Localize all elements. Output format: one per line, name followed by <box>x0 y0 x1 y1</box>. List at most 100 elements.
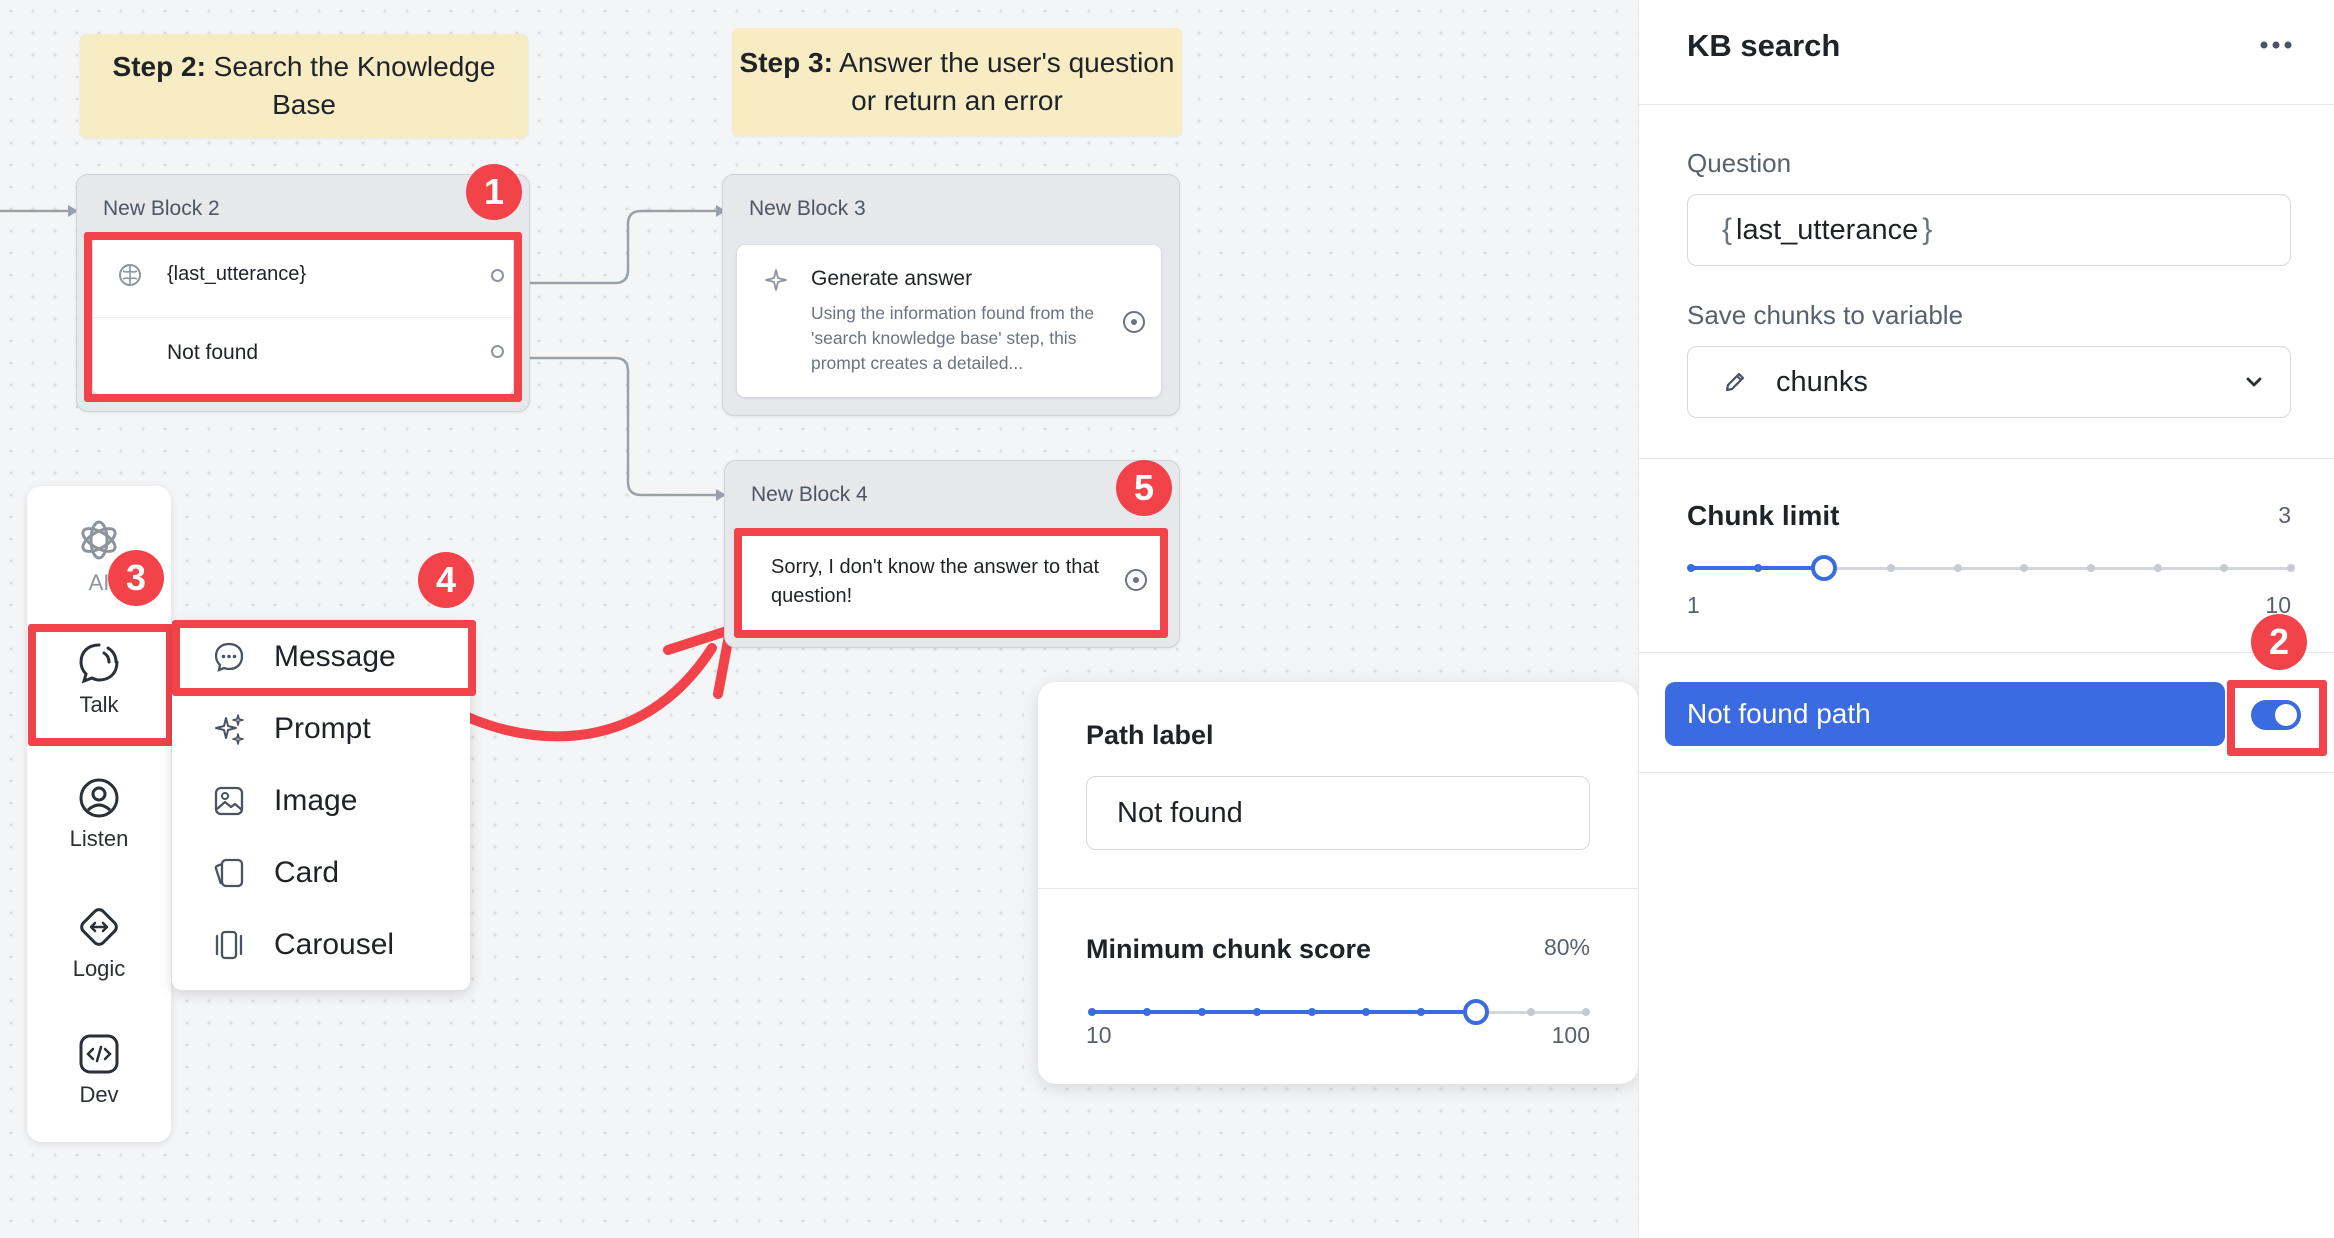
chunk-limit-tick <box>1687 564 1695 572</box>
kb-search-panel: KB search Question {last_utterance} Save… <box>1638 0 2334 1238</box>
more-icon[interactable] <box>2259 40 2293 50</box>
sidebar-item-listen[interactable]: Listen <box>27 776 171 852</box>
chunk-limit-slider[interactable] <box>1687 555 2295 581</box>
menu-item-card[interactable]: Card <box>212 856 339 890</box>
sidebar-ai-label: AI <box>88 570 110 595</box>
question-input[interactable]: {last_utterance} <box>1687 194 2291 266</box>
min-score-tick <box>1142 1008 1151 1016</box>
min-score-value: 80% <box>1543 934 1590 960</box>
min-score-tick <box>1088 1008 1096 1016</box>
sidebar-item-dev[interactable]: Dev <box>27 1032 171 1108</box>
chunk-limit-tick <box>2220 564 2229 572</box>
panel-divider-bottom <box>1639 772 2334 773</box>
chunk-limit-tick <box>2087 564 2095 572</box>
min-score-tick <box>1197 1008 1206 1016</box>
menu-prompt-label: Prompt <box>274 712 371 745</box>
min-score-tick <box>1582 1008 1590 1016</box>
min-score-tick <box>1252 1008 1261 1016</box>
chunk-limit-tick <box>1887 564 1895 572</box>
port-generate[interactable] <box>1123 311 1145 333</box>
min-score-label: Minimum chunk score <box>1086 934 1372 964</box>
highlight-4 <box>172 620 476 696</box>
not-found-path-row[interactable]: Not found path <box>1665 682 2225 746</box>
badge-5: 5 <box>1116 460 1172 516</box>
sidebar-logic-label: Logic <box>72 956 126 981</box>
badge-1: 1 <box>466 164 522 220</box>
min-score-slider[interactable] <box>1088 999 1590 1025</box>
menu-item-carousel[interactable]: Carousel <box>212 928 394 962</box>
chevron-down-icon <box>2246 377 2262 387</box>
chunk-limit-tick <box>1753 564 1762 572</box>
generate-answer-title: Generate answer <box>811 267 973 290</box>
min-score-tick <box>1307 1008 1316 1016</box>
question-label: Question <box>1687 148 1792 178</box>
menu-item-prompt[interactable]: Prompt <box>212 712 371 746</box>
image-icon <box>214 786 244 816</box>
step3-note-bold: Step 3: <box>739 47 833 78</box>
path-label-value: Not found <box>1117 796 1243 829</box>
min-score-min: 10 <box>1086 1022 1112 1048</box>
menu-card-label: Card <box>274 856 340 889</box>
save-chunks-value: chunks <box>1776 365 1868 398</box>
menu-item-image[interactable]: Image <box>212 784 357 818</box>
path-label-title: Path label <box>1086 720 1214 750</box>
listen-icon <box>79 778 119 818</box>
code-icon <box>79 1034 119 1074</box>
sidebar-listen-label: Listen <box>69 826 129 851</box>
min-score-tick <box>1362 1008 1371 1016</box>
block-3-title: New Block 3 <box>749 197 866 220</box>
block-3[interactable]: New Block 3 Generate answer Using the in… <box>722 174 1180 416</box>
sparkle-icon <box>215 714 244 745</box>
variable-open-brace: { <box>1722 213 1733 246</box>
chunk-limit-value: 3 <box>2278 502 2291 528</box>
chunk-limit-label: Chunk limit <box>1687 500 1840 531</box>
step2-note[interactable]: Step 2: Search the Knowledge Base <box>80 34 528 138</box>
chunk-limit-handle[interactable] <box>1811 555 1838 581</box>
step2-note-bold: Step 2: <box>112 51 206 82</box>
menu-carousel-label: Carousel <box>274 928 395 961</box>
question-variable: last_utterance <box>1736 213 1919 246</box>
chunk-limit-tick <box>2153 564 2162 572</box>
step3-note[interactable]: Step 3: Answer the user's question or re… <box>732 28 1182 136</box>
panel-title: KB search <box>1687 28 1841 63</box>
min-score-handle[interactable] <box>1463 999 1490 1025</box>
generate-answer-desc: Using the information found from the 'se… <box>811 303 1095 373</box>
sidebar-dev-label: Dev <box>79 1082 119 1107</box>
highlight-5 <box>734 528 1168 638</box>
block-4-title: New Block 4 <box>751 483 868 506</box>
highlight-3 <box>28 624 174 746</box>
min-score-tick <box>1417 1008 1426 1016</box>
chunk-limit-tick <box>2287 564 2295 572</box>
chunk-limit-tick <box>1953 564 1962 572</box>
logic-icon <box>80 908 118 946</box>
panel-divider-top <box>1639 104 2334 105</box>
step3-note-text: Answer the user's question or return an … <box>832 47 1175 116</box>
variable-close-brace: } <box>1922 213 1933 246</box>
save-chunks-label: Save chunks to variable <box>1687 300 1964 330</box>
chunk-limit-min: 1 <box>1687 592 1700 618</box>
carousel-icon <box>215 930 243 960</box>
badge-3: 3 <box>108 550 164 606</box>
flow-canvas[interactable]: Step 2: Search the Knowledge Base Step 3… <box>0 0 1638 1238</box>
chunk-limit-tick <box>2020 564 2029 572</box>
panel-divider-mid <box>1639 458 2334 459</box>
sidebar-item-logic[interactable]: Logic <box>27 904 171 982</box>
min-score-tick <box>1527 1008 1536 1016</box>
panel-divider-low <box>1639 652 2334 653</box>
badge-2: 2 <box>2251 614 2307 670</box>
highlight-2 <box>2227 680 2327 756</box>
block-2-title: New Block 2 <box>103 197 220 220</box>
generate-answer-step[interactable]: Generate answer Using the information fo… <box>737 245 1161 397</box>
pencil-icon <box>1725 372 1745 392</box>
card-icon <box>214 858 244 888</box>
popup-divider <box>1038 888 1638 889</box>
highlight-1 <box>84 232 522 402</box>
path-popup: Path label Not found Minimum chunk score… <box>1038 682 1638 1084</box>
badge-4: 4 <box>418 552 474 608</box>
save-chunks-select[interactable]: chunks <box>1687 346 2291 418</box>
sparkle-icon <box>765 269 787 291</box>
path-label-input[interactable]: Not found <box>1086 776 1590 850</box>
menu-image-label: Image <box>274 784 358 817</box>
not-found-path-label: Not found path <box>1687 698 1871 729</box>
min-score-max: 100 <box>1551 1022 1590 1048</box>
